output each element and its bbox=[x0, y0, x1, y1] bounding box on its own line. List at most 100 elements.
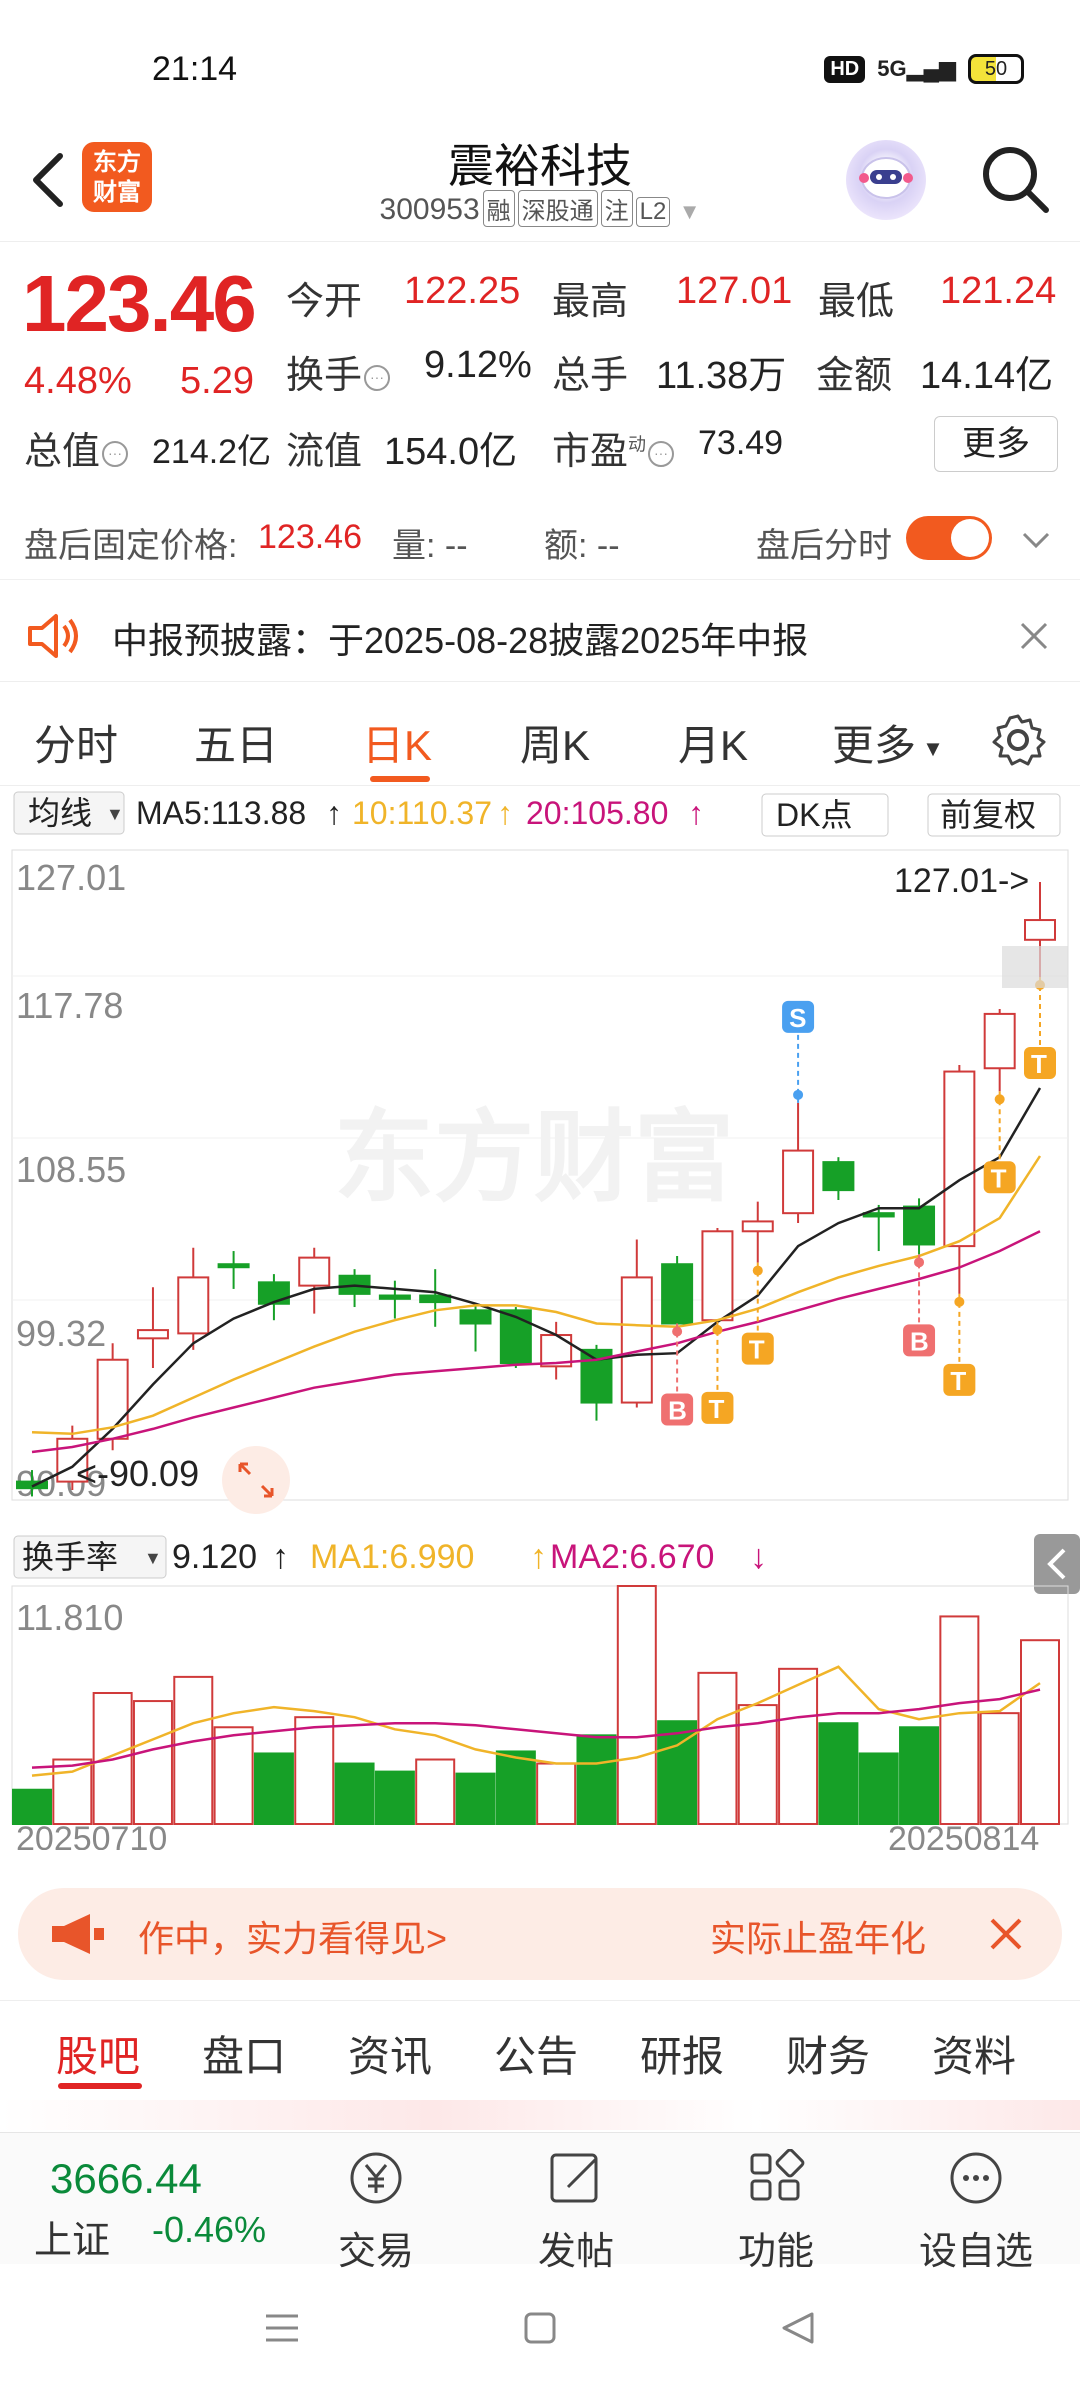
volume-bar[interactable] bbox=[536, 1762, 577, 1826]
promo-banner[interactable]: 作中，实力看得见> 实际止盈年化 bbox=[18, 1888, 1062, 1980]
tab-timeshare[interactable]: 分时 bbox=[34, 712, 118, 773]
gear-icon[interactable] bbox=[990, 712, 1046, 768]
tab-profile[interactable]: 资料 bbox=[932, 2023, 1016, 2084]
status-icons: HD 5G▂▄▆ 50 bbox=[824, 54, 1024, 84]
candle[interactable] bbox=[782, 1102, 815, 1224]
tag-connect: 深股通 bbox=[517, 190, 598, 227]
volume-bar[interactable] bbox=[213, 1726, 254, 1826]
candle[interactable] bbox=[459, 1303, 492, 1352]
kline-chart[interactable]: 均线 ▼ MA5:113.88 ↑ 10:110.37 ↑ 20:105.80 … bbox=[0, 790, 1080, 1858]
volume-bar[interactable] bbox=[697, 1671, 738, 1825]
pe-label[interactable]: 市盈动 ··· bbox=[552, 420, 675, 475]
notice-bar[interactable]: 中报预披露：于2025-08-28披露2025年中报 bbox=[0, 590, 1080, 682]
kline-chart-area[interactable]: 均线 ▼ MA5:113.88 ↑ 10:110.37 ↑ 20:105.80 … bbox=[0, 790, 1080, 1858]
volume-bar[interactable] bbox=[374, 1770, 415, 1825]
candle[interactable] bbox=[338, 1269, 371, 1308]
candle[interactable] bbox=[419, 1269, 452, 1327]
menu-icon[interactable] bbox=[262, 2310, 302, 2346]
expand-chart-button[interactable] bbox=[222, 1446, 290, 1514]
tab-five-day[interactable]: 五日 bbox=[194, 712, 278, 773]
volume-bar[interactable] bbox=[415, 1758, 456, 1825]
volume-bar[interactable] bbox=[616, 1585, 657, 1825]
turnover-value: 9.12% bbox=[424, 344, 532, 386]
tab-daily-k[interactable]: 日K bbox=[362, 712, 432, 773]
signal-B[interactable]: B bbox=[903, 1254, 936, 1357]
vol-ma1-label: MA1:6.990 bbox=[310, 1538, 474, 1576]
candle[interactable] bbox=[96, 1343, 129, 1451]
collapse-side-button[interactable] bbox=[1034, 1534, 1080, 1594]
volume-bar[interactable] bbox=[818, 1722, 859, 1825]
trade-button[interactable]: 交易 bbox=[306, 2149, 446, 2275]
megaphone-icon bbox=[52, 1914, 104, 1954]
back-nav-icon[interactable] bbox=[778, 2308, 818, 2348]
functions-button[interactable]: 功能 bbox=[706, 2148, 846, 2275]
home-icon[interactable] bbox=[522, 2310, 558, 2346]
chevron-down-icon[interactable] bbox=[1018, 524, 1054, 554]
signal-T[interactable]: T bbox=[741, 1262, 774, 1365]
signal-S[interactable]: S bbox=[782, 1000, 815, 1103]
volume-label: 总手 bbox=[552, 355, 629, 397]
signal-T[interactable]: T bbox=[1024, 977, 1056, 1080]
volume-bar[interactable] bbox=[899, 1726, 940, 1826]
volume-bar[interactable] bbox=[455, 1772, 496, 1825]
volume-bar[interactable] bbox=[576, 1734, 617, 1826]
dk-point-button[interactable]: DK点 bbox=[776, 797, 852, 833]
candle[interactable] bbox=[136, 1287, 169, 1368]
signal-T[interactable]: T bbox=[983, 1091, 1016, 1194]
info-icon[interactable]: ··· bbox=[648, 440, 675, 467]
volume-bar[interactable] bbox=[132, 1700, 173, 1825]
tab-news[interactable]: 资讯 bbox=[348, 2023, 432, 2084]
info-icon[interactable]: ··· bbox=[102, 440, 129, 467]
candle[interactable] bbox=[217, 1251, 250, 1289]
tab-announcements[interactable]: 公告 bbox=[494, 2023, 578, 2084]
add-watchlist-button[interactable]: 设自选 bbox=[906, 2149, 1046, 2275]
tab-monthly-k[interactable]: 月K bbox=[678, 712, 748, 773]
volume-bar[interactable] bbox=[294, 1716, 335, 1825]
tab-more[interactable]: 更多 ▼ bbox=[832, 712, 944, 773]
info-icon[interactable]: ··· bbox=[364, 364, 391, 391]
volume-bar[interactable] bbox=[939, 1615, 980, 1825]
candle[interactable] bbox=[822, 1157, 855, 1200]
afterhours-toggle[interactable] bbox=[906, 516, 992, 560]
robot-avatar-icon[interactable] bbox=[846, 140, 926, 220]
tab-financials[interactable]: 财务 bbox=[786, 2023, 870, 2084]
index-value: 3666.44 bbox=[50, 2155, 202, 2202]
volume-bar[interactable] bbox=[334, 1762, 375, 1826]
candle[interactable] bbox=[257, 1274, 290, 1321]
candle[interactable] bbox=[661, 1255, 694, 1331]
candle[interactable] bbox=[580, 1344, 613, 1421]
candle[interactable] bbox=[741, 1201, 774, 1263]
volume-bar[interactable] bbox=[52, 1758, 93, 1825]
volume-bar[interactable] bbox=[1020, 1639, 1060, 1826]
signal-T[interactable]: T bbox=[943, 1293, 976, 1396]
tab-forum[interactable]: 股吧 bbox=[56, 2023, 140, 2084]
candle[interactable] bbox=[298, 1247, 331, 1314]
close-icon[interactable] bbox=[986, 1914, 1026, 1954]
search-icon[interactable] bbox=[976, 140, 1056, 220]
more-button[interactable]: 更多 bbox=[934, 416, 1058, 472]
volume-bar[interactable] bbox=[173, 1675, 214, 1825]
adjust-button[interactable]: 前复权 bbox=[940, 797, 1036, 833]
float-label: 流值 bbox=[286, 431, 363, 473]
volume-bar[interactable] bbox=[253, 1752, 294, 1825]
ma-indicator-selector[interactable]: 均线 bbox=[28, 795, 92, 831]
candle[interactable] bbox=[378, 1280, 411, 1319]
close-icon[interactable] bbox=[1016, 618, 1052, 654]
signal-T[interactable]: T bbox=[701, 1321, 734, 1424]
turnover-label[interactable]: 换手 ··· bbox=[286, 344, 391, 399]
dropdown-icon[interactable]: ▼ bbox=[679, 199, 701, 224]
tab-research[interactable]: 研报 bbox=[640, 2023, 724, 2084]
turnover-indicator-selector[interactable]: 换手率 bbox=[22, 1539, 118, 1575]
volume-bar[interactable] bbox=[12, 1788, 52, 1826]
candle[interactable] bbox=[983, 1008, 1016, 1092]
tab-weekly-k[interactable]: 周K bbox=[520, 712, 590, 773]
post-button[interactable]: 发帖 bbox=[506, 2149, 646, 2275]
volume-bar[interactable] bbox=[495, 1750, 536, 1825]
candle[interactable] bbox=[701, 1227, 734, 1322]
tab-orderbook[interactable]: 盘口 bbox=[202, 2023, 286, 2084]
afterhours-timeline-label: 盘后分时 bbox=[756, 527, 892, 565]
volume-bar[interactable] bbox=[979, 1712, 1020, 1826]
mktcap-label[interactable]: 总值 ··· bbox=[24, 420, 129, 475]
volume-bar[interactable] bbox=[858, 1752, 899, 1825]
candle[interactable] bbox=[177, 1247, 210, 1350]
